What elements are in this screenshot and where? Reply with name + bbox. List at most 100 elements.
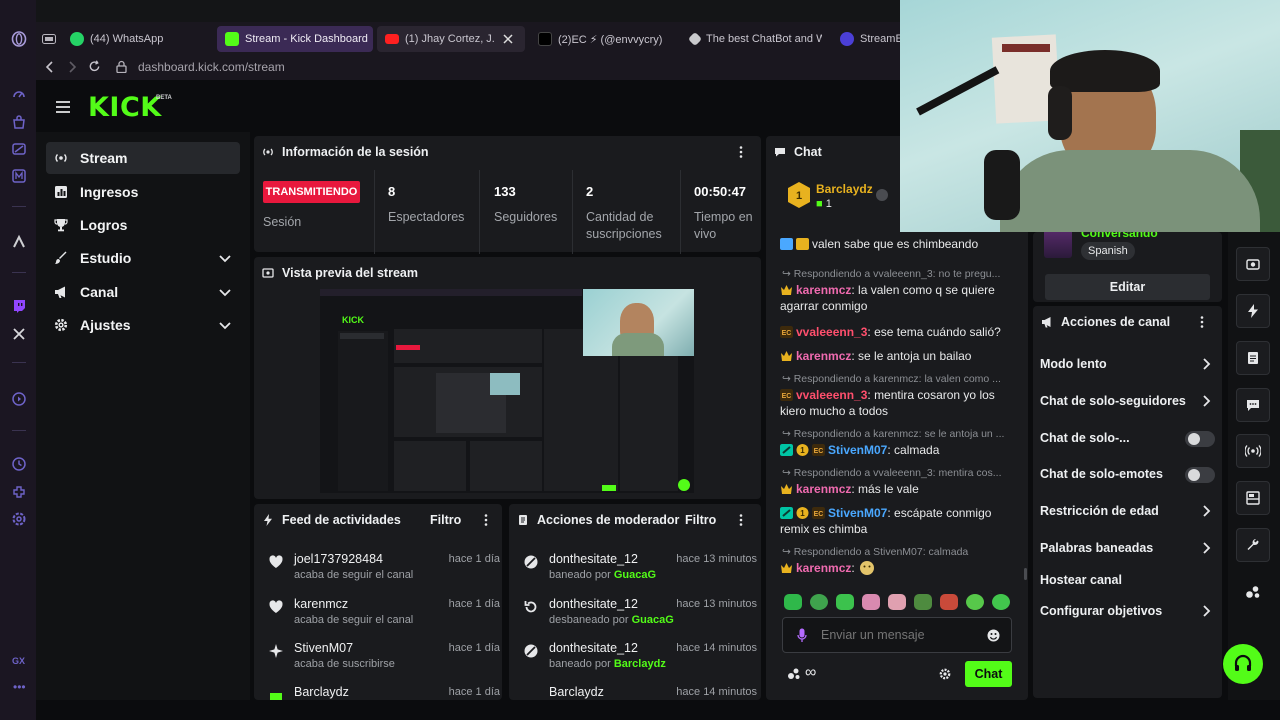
chevron-down-icon[interactable] <box>218 318 232 332</box>
microphone-icon[interactable] <box>797 628 807 643</box>
kick-app-icon[interactable] <box>11 234 27 250</box>
moderator-target[interactable]: Barclaydz <box>549 685 604 699</box>
support-button[interactable] <box>1223 644 1263 684</box>
tab-menu-icon[interactable] <box>42 34 56 44</box>
edit-channel-button[interactable]: Editar <box>1045 274 1210 300</box>
game-icon[interactable] <box>11 141 27 157</box>
age-restriction-item[interactable]: Restricción de edad <box>1040 504 1220 518</box>
activity-user[interactable]: joel1737928484 <box>294 552 383 566</box>
set-goals-item[interactable]: Configurar objetivos <box>1040 604 1220 618</box>
category-thumbnail[interactable] <box>1044 228 1072 258</box>
rail-lightning-button[interactable] <box>1236 294 1270 328</box>
sidebar-item-ingresos[interactable]: Ingresos <box>46 176 240 208</box>
moderator-target[interactable]: donthesitate_12 <box>549 641 638 655</box>
kick-logo[interactable]: KICK <box>88 92 162 123</box>
twitch-icon[interactable] <box>11 298 27 314</box>
opera-logo-icon[interactable] <box>11 31 27 47</box>
sidebar-item-logros[interactable]: Logros <box>46 209 240 241</box>
chevron-right-icon[interactable] <box>1200 542 1212 554</box>
m-app-icon[interactable] <box>11 168 27 184</box>
emote-icon[interactable] <box>810 594 828 610</box>
more-options-icon[interactable] <box>1196 315 1208 329</box>
url-field[interactable]: dashboard.kick.com/stream <box>138 60 285 74</box>
points-icon[interactable] <box>787 667 801 681</box>
stream-preview-video[interactable]: KICK <box>320 289 694 493</box>
banned-words-item[interactable]: Palabras baneadas <box>1040 541 1220 555</box>
subscribers-only-toggle[interactable] <box>1185 431 1215 447</box>
tab-youtube[interactable]: (1) Jhay Cortez, J. L <box>377 26 525 52</box>
rail-tools-button[interactable] <box>1236 528 1270 562</box>
leaderboard-user[interactable]: Barclaydz <box>816 182 873 196</box>
rail-broadcast-button[interactable] <box>1236 434 1270 468</box>
emote-icon[interactable] <box>940 594 958 610</box>
more-options-icon[interactable] <box>735 145 747 159</box>
emote-icon[interactable] <box>888 594 906 610</box>
moderator-by[interactable]: GuacaG <box>632 614 674 626</box>
chat-scrollbar[interactable] <box>1024 568 1027 580</box>
emote-icon[interactable] <box>862 594 880 610</box>
extensions-icon[interactable] <box>11 484 27 500</box>
emotes-only-toggle[interactable] <box>1185 467 1215 483</box>
sidebar-item-stream[interactable]: Stream <box>46 142 240 174</box>
x-twitter-icon[interactable] <box>11 326 27 342</box>
emote-icon[interactable] <box>836 594 854 610</box>
moderator-target[interactable]: donthesitate_12 <box>549 597 638 611</box>
chevron-down-icon[interactable] <box>218 251 232 265</box>
chat-username[interactable]: karenmcz <box>796 283 851 297</box>
moderator-by[interactable]: Barclaydz <box>614 658 666 670</box>
chat-username[interactable]: karenmcz <box>796 349 851 363</box>
sidebar-item-ajustes[interactable]: Ajustes <box>46 309 240 341</box>
send-chat-button[interactable]: Chat <box>965 661 1012 687</box>
activity-filter-button[interactable]: Filtro <box>430 513 461 527</box>
slow-mode-item[interactable]: Modo lento <box>1040 357 1220 371</box>
tab-tiktok[interactable]: (2)EC ⚡ (@envvycry) <box>530 26 672 52</box>
emote-icon[interactable] <box>914 594 932 610</box>
chat-username[interactable]: karenmcz <box>796 482 851 496</box>
chevron-right-icon[interactable] <box>1200 605 1212 617</box>
sidebar-item-canal[interactable]: Canal <box>46 276 240 308</box>
moderator-by[interactable]: GuacaG <box>614 569 656 581</box>
activity-user[interactable]: karenmcz <box>294 597 348 611</box>
settings-icon[interactable] <box>11 511 27 527</box>
close-tab-icon[interactable] <box>503 34 513 44</box>
moderator-target[interactable]: donthesitate_12 <box>549 552 638 566</box>
moderator-filter-button[interactable]: Filtro <box>685 513 716 527</box>
tab-kick-dashboard[interactable]: Stream - Kick Dashboard <box>217 26 373 52</box>
chat-username[interactable]: vvaleeenn_3 <box>796 388 867 402</box>
shop-icon[interactable] <box>11 114 27 130</box>
rail-chat-button[interactable] <box>1236 388 1270 422</box>
forward-icon[interactable] <box>67 61 77 73</box>
more-dots-icon[interactable]: ••• <box>13 680 26 694</box>
emote-icon[interactable] <box>992 594 1010 610</box>
back-icon[interactable] <box>45 61 55 73</box>
chat-username[interactable]: StivenM07 <box>828 506 887 520</box>
emote-icon[interactable] <box>784 594 802 610</box>
sidebar-item-estudio[interactable]: Estudio <box>46 242 240 274</box>
chevron-right-icon[interactable] <box>1200 505 1212 517</box>
chat-username[interactable]: StivenM07 <box>828 443 887 457</box>
host-channel-item[interactable]: Hostear canal <box>1040 573 1220 587</box>
rail-notes-button[interactable] <box>1236 341 1270 375</box>
chat-username[interactable]: vvaleeenn_3 <box>796 325 867 339</box>
rail-layout-button[interactable] <box>1236 481 1270 515</box>
history-icon[interactable] <box>11 456 27 472</box>
chat-message-input[interactable] <box>821 625 971 645</box>
emote-icon[interactable] <box>966 594 984 610</box>
tab-chatbot[interactable]: The best ChatBot and W <box>682 26 822 52</box>
points-icon[interactable] <box>1245 584 1261 600</box>
followers-only-chat-item[interactable]: Chat de solo-seguidores <box>1040 394 1220 408</box>
activity-user[interactable]: Barclaydz <box>294 685 349 699</box>
rail-camera-button[interactable] <box>1236 247 1270 281</box>
hamburger-menu-icon[interactable] <box>56 101 70 113</box>
more-options-icon[interactable] <box>735 513 747 527</box>
emoji-icon[interactable] <box>987 629 1000 642</box>
chat-settings-gear-icon[interactable] <box>939 668 951 680</box>
speed-icon[interactable] <box>11 86 27 102</box>
tab-whatsapp[interactable]: (44) WhatsApp <box>62 26 212 52</box>
tab-streamelements[interactable]: StreamE <box>832 26 900 52</box>
chevron-right-icon[interactable] <box>1200 358 1212 370</box>
chat-username[interactable]: karenmcz <box>796 561 851 575</box>
activity-user[interactable]: StivenM07 <box>294 641 353 655</box>
chevron-right-icon[interactable] <box>1200 395 1212 407</box>
reload-icon[interactable] <box>88 60 101 73</box>
